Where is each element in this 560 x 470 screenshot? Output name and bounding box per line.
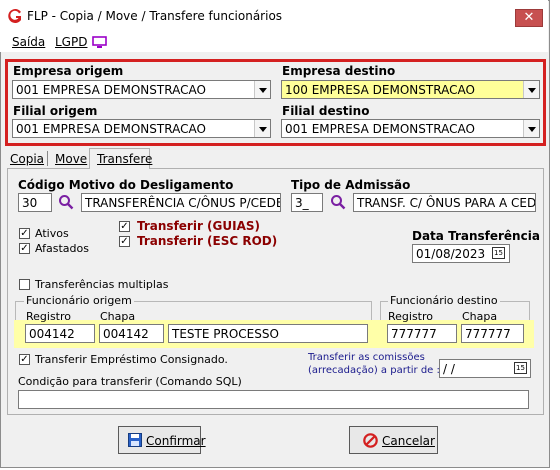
confirmar-label: Confirmar (146, 434, 206, 448)
esc-rod-checkbox[interactable]: ✓ (119, 236, 130, 247)
admissao-description: TRANSF. C/ ÔNUS PARA A CEDEN (353, 193, 536, 212)
chevron-down-icon (254, 81, 270, 98)
multiplas-checkbox[interactable] (19, 279, 30, 290)
tab-transfere-active[interactable]: Transfere (89, 148, 152, 169)
close-button[interactable]: ✕ (515, 9, 543, 27)
monitor-icon[interactable] (92, 36, 107, 49)
sql-label: Condição para transferir (Comando SQL) (18, 375, 242, 388)
destino-registro-input[interactable]: 777777 (387, 324, 457, 343)
comissoes-label-line2: (arrecadação) a partir de : (308, 365, 440, 376)
guias-label: Transferir (GUIAS) (137, 219, 261, 233)
calendar-icon[interactable]: 15 (492, 247, 505, 259)
origem-nome: TESTE PROCESSO (168, 324, 368, 343)
esc-rod-label: Transferir (ESC ROD) (137, 234, 278, 248)
filial-destino-select[interactable]: 001 EMPRESA DEMONSTRACAO (281, 119, 540, 138)
origem-registro-label: Registro (26, 310, 72, 323)
tab-move[interactable]: Move (55, 152, 87, 166)
admissao-label: Tipo de Admissão (291, 178, 411, 192)
filial-destino-label: Filial destino (282, 104, 370, 118)
search-icon[interactable] (58, 194, 74, 210)
window-title: FLP - Copia / Move / Transfere funcionár… (27, 9, 283, 23)
empresa-origem-label: Empresa origem (13, 64, 124, 78)
guias-checkbox[interactable]: ✓ (119, 221, 130, 232)
data-transferencia-label: Data Transferência (412, 229, 540, 243)
destino-chapa-input[interactable]: 777777 (461, 324, 524, 343)
funcionario-destino-title: Funcionário destino (388, 294, 500, 307)
confirmar-button[interactable]: Confirmar (118, 426, 206, 454)
search-icon[interactable] (330, 194, 346, 210)
empresa-origem-select[interactable]: 001 EMPRESA DEMONSTRACAO (12, 80, 271, 99)
empresa-destino-label: Empresa destino (282, 64, 396, 78)
motivo-description: TRANSFERÊNCIA C/ÔNUS P/CEDENT (81, 193, 281, 212)
sql-input[interactable] (18, 390, 529, 409)
cancelar-label: Cancelar (382, 434, 435, 448)
motivo-label: Código Motivo do Desligamento (18, 178, 234, 192)
tab-divider (47, 151, 48, 166)
emprestimo-label: Transferir Empréstimo Consignado. (35, 353, 228, 366)
save-icon (128, 433, 142, 447)
ativos-label: Ativos (35, 227, 69, 240)
filial-origem-select[interactable]: 001 EMPRESA DEMONSTRACAO (12, 119, 271, 138)
chevron-down-icon (523, 120, 539, 137)
motivo-code-input[interactable]: 30 (18, 193, 52, 212)
ativos-checkbox[interactable]: ✓ (19, 228, 30, 239)
comissoes-label-line1: Transferir as comissões (308, 352, 425, 363)
cancelar-button[interactable]: Cancelar (349, 426, 438, 454)
afastados-checkbox[interactable]: ✓ (19, 243, 30, 254)
tab-copia[interactable]: Copia (10, 152, 44, 166)
chevron-down-icon (254, 120, 270, 137)
admissao-code-input[interactable]: 3_ (291, 193, 323, 212)
cancel-icon (363, 433, 378, 448)
origem-chapa-label: Chapa (100, 310, 136, 323)
calendar-icon[interactable]: 15 (514, 362, 527, 374)
app-logo-icon (7, 8, 23, 24)
filial-origem-label: Filial origem (13, 104, 98, 118)
menu-lgpd[interactable]: LGPD (55, 35, 87, 49)
chevron-down-icon (523, 81, 539, 98)
menu-saida[interactable]: Saída (12, 35, 45, 49)
destino-registro-label: Registro (388, 310, 434, 323)
empresa-destino-select[interactable]: 100 EMPRESA DEMONSTRACAO (281, 80, 540, 99)
emprestimo-checkbox[interactable]: ✓ (19, 354, 30, 365)
origem-registro-input[interactable]: 004142 (25, 324, 95, 343)
afastados-label: Afastados (35, 242, 89, 255)
multiplas-label: Transferências multiplas (35, 278, 169, 291)
destino-chapa-label: Chapa (462, 310, 498, 323)
funcionario-origem-title: Funcionário origem (24, 294, 134, 307)
origem-chapa-input[interactable]: 004142 (99, 324, 164, 343)
